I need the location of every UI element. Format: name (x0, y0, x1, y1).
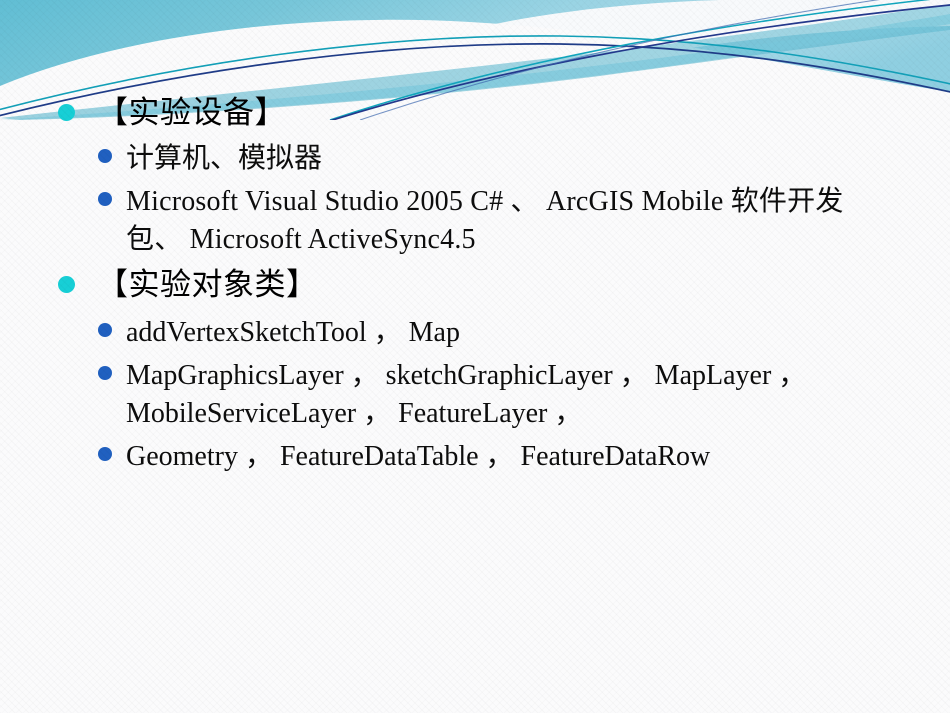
item-classes-geometry-tables: Geometry ， FeatureDataTable ， FeatureDat… (98, 438, 710, 476)
item-computer-simulator-label: 计算机、模拟器 (126, 143, 323, 174)
bullet-level2-icon (98, 149, 112, 163)
item-classes-layers: MapGraphicsLayer ， sketchGraphicLayer ， … (98, 357, 888, 433)
item-classes-geometry-tables-label: Geometry ， FeatureDataTable ， FeatureDat… (126, 441, 711, 472)
bullet-level2-icon (98, 447, 112, 461)
item-classes-sketchtool-map-label: addVertexSketchTool ， Map (126, 317, 460, 348)
bullet-level1-icon (58, 104, 75, 121)
bullet-level2-icon (98, 192, 112, 206)
heading-experiment-object-classes-label: 【实验对象类】 (97, 267, 318, 302)
item-software-packages-label: Microsoft Visual Studio 2005 C# 、 ArcGIS… (126, 186, 844, 255)
item-computer-simulator: 计算机、模拟器 (98, 140, 322, 178)
item-classes-layers-label: MapGraphicsLayer ， sketchGraphicLayer ， … (126, 360, 807, 429)
bullet-level2-icon (98, 366, 112, 380)
bullet-level2-icon (98, 323, 112, 337)
slide-body-content: 【实验设备】 计算机、模拟器 Microsoft Visual Studio 2… (0, 0, 950, 713)
heading-experiment-equipment-label: 【实验设备】 (97, 95, 286, 130)
heading-experiment-equipment: 【实验设备】 (58, 94, 286, 132)
item-classes-sketchtool-map: addVertexSketchTool ， Map (98, 314, 460, 352)
bullet-level1-icon (58, 276, 75, 293)
heading-experiment-object-classes: 【实验对象类】 (58, 266, 318, 304)
presentation-slide: 【实验设备】 计算机、模拟器 Microsoft Visual Studio 2… (0, 0, 950, 713)
item-software-packages: Microsoft Visual Studio 2005 C# 、 ArcGIS… (98, 183, 898, 259)
